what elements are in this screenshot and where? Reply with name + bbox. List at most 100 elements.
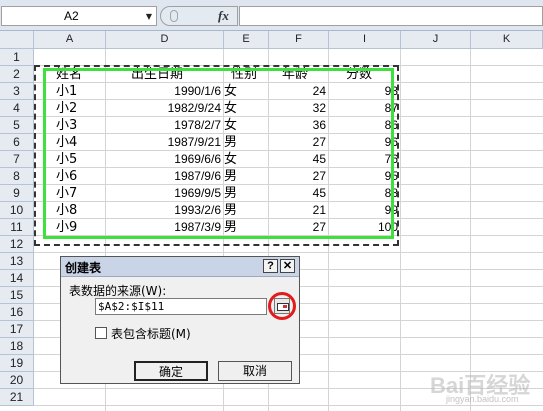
age-cell[interactable]: 21 [269,202,329,219]
row-header-16[interactable]: 16 [0,304,34,321]
cancel-button[interactable]: 取消 [218,361,292,381]
formula-bar: A2 ▼ fx [0,0,543,31]
gender-cell[interactable]: 女 [224,83,264,100]
row-header-14[interactable]: 14 [0,270,34,287]
dialog-title-bar[interactable]: 创建表 ? ✕ [61,257,299,277]
birthdate-cell[interactable]: 1987/3/9 [106,219,224,236]
insert-function-icon[interactable]: fx [218,8,229,24]
age-cell[interactable]: 24 [269,83,329,100]
age-cell[interactable]: 27 [269,168,329,185]
name-cell[interactable]: 小9 [56,219,106,236]
birthdate-cell[interactable]: 1990/1/6 [106,83,224,100]
age-cell[interactable]: 45 [269,185,329,202]
score-cell[interactable]: 100 [329,219,401,236]
grip-icon [170,10,178,22]
score-cell[interactable]: 76 [329,151,401,168]
gender-cell[interactable]: 男 [224,202,264,219]
range-label: 表数据的来源(W): [69,284,167,298]
birthdate-cell[interactable]: 1987/9/6 [106,168,224,185]
name-cell[interactable]: 小6 [56,168,106,185]
score-cell[interactable]: 87 [329,100,401,117]
column-header-f[interactable]: F [269,31,329,49]
help-button[interactable]: ? [263,259,278,273]
range-input-value: $A$2:$I$11 [98,300,165,313]
row-header-8[interactable]: 8 [0,168,34,185]
gender-cell[interactable]: 男 [224,185,264,202]
name-box[interactable]: A2 ▼ [1,6,157,26]
age-cell[interactable]: 27 [269,134,329,151]
score-cell[interactable]: 86 [329,117,401,134]
header-cell-age[interactable]: 年龄 [282,66,328,83]
birthdate-cell[interactable]: 1993/2/6 [106,202,224,219]
score-cell[interactable]: 93 [329,83,401,100]
age-cell[interactable]: 27 [269,219,329,236]
row-header-2[interactable]: 2 [0,66,34,83]
row-header-1[interactable]: 1 [0,49,34,66]
watermark-url: jingyan.baidu.com [446,394,519,404]
close-button[interactable]: ✕ [280,259,295,273]
gender-cell[interactable]: 女 [224,151,264,168]
birthdate-cell[interactable]: 1987/9/21 [106,134,224,151]
row-header-18[interactable]: 18 [0,338,34,355]
has-headers-checkbox[interactable] [95,327,107,339]
name-cell[interactable]: 小4 [56,134,106,151]
row-header-11[interactable]: 11 [0,219,34,236]
row-header-17[interactable]: 17 [0,321,34,338]
dialog-title: 创建表 [65,261,102,275]
birthdate-cell[interactable]: 1982/9/24 [106,100,224,117]
row-header-13[interactable]: 13 [0,253,34,270]
create-table-dialog: 创建表 ? ✕ 表数据的来源(W): $A$2:$I$11 表包含标题(M) 确… [60,256,300,384]
row-header-10[interactable]: 10 [0,202,34,219]
name-cell[interactable]: 小2 [56,100,106,117]
column-header-d[interactable]: D [106,31,224,49]
row-header-15[interactable]: 15 [0,287,34,304]
score-cell[interactable]: 95 [329,168,401,185]
gender-cell[interactable]: 女 [224,117,264,134]
age-cell[interactable]: 32 [269,100,329,117]
row-header-21[interactable]: 21 [0,389,34,406]
chevron-down-icon[interactable]: ▼ [146,12,152,21]
select-all-corner[interactable] [0,31,34,49]
row-header-6[interactable]: 6 [0,134,34,151]
column-header-j[interactable]: J [401,31,471,49]
ok-button[interactable]: 确定 [134,361,208,381]
row-header-12[interactable]: 12 [0,236,34,253]
gender-cell[interactable]: 男 [224,219,264,236]
score-cell[interactable]: 96 [329,134,401,151]
row-header-4[interactable]: 4 [0,100,34,117]
column-header-i[interactable]: I [329,31,401,49]
age-cell[interactable]: 45 [269,151,329,168]
collapse-dialog-button[interactable] [274,298,290,314]
gender-cell[interactable]: 女 [224,100,264,117]
header-cell-birthdate[interactable]: 出生日期 [131,66,221,83]
row-header-9[interactable]: 9 [0,185,34,202]
gender-cell[interactable]: 男 [224,168,264,185]
name-cell[interactable]: 小1 [56,83,106,100]
row-header-19[interactable]: 19 [0,355,34,372]
column-header-k[interactable]: K [471,31,543,49]
birthdate-cell[interactable]: 1978/2/7 [106,117,224,134]
row-header-7[interactable]: 7 [0,151,34,168]
age-cell[interactable]: 36 [269,117,329,134]
collapse-range-icon [277,303,289,311]
range-input[interactable]: $A$2:$I$11 [95,298,267,315]
name-cell[interactable]: 小8 [56,202,106,219]
score-cell[interactable]: 88 [329,185,401,202]
gender-cell[interactable]: 男 [224,134,264,151]
header-cell-name[interactable]: 姓名 [56,66,106,83]
formula-input[interactable] [239,6,543,26]
column-header-e[interactable]: E [224,31,269,49]
header-cell-gender[interactable]: 性别 [231,66,269,83]
row-header-20[interactable]: 20 [0,372,34,389]
score-cell[interactable]: 99 [329,202,401,219]
birthdate-cell[interactable]: 1969/9/5 [106,185,224,202]
name-cell[interactable]: 小3 [56,117,106,134]
row-header-5[interactable]: 5 [0,117,34,134]
name-cell[interactable]: 小5 [56,151,106,168]
birthdate-cell[interactable]: 1969/6/6 [106,151,224,168]
column-header-a[interactable]: A [34,31,106,49]
has-headers-label[interactable]: 表包含标题(M) [111,325,191,342]
name-cell[interactable]: 小7 [56,185,106,202]
row-header-3[interactable]: 3 [0,83,34,100]
header-cell-score[interactable]: 分数 [346,66,400,83]
